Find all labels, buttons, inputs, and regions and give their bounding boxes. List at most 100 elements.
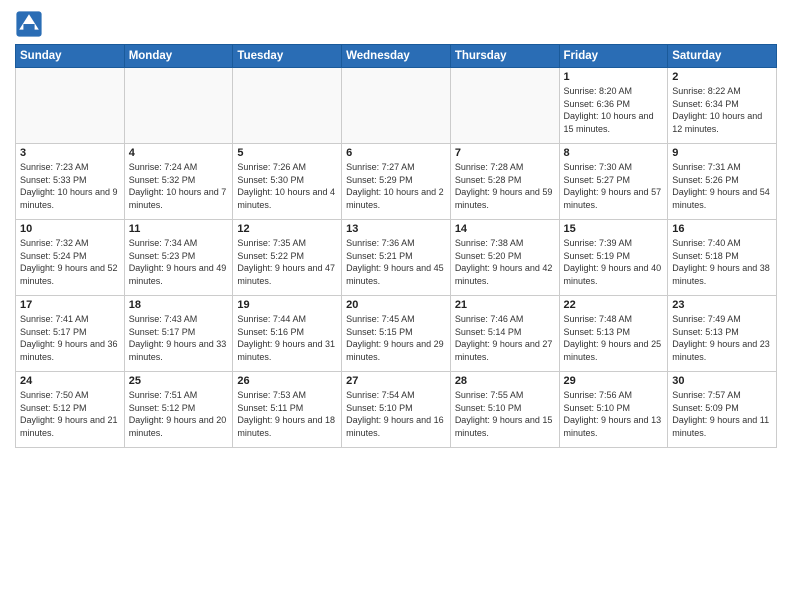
day-number: 20	[346, 299, 446, 311]
weekday-header: Thursday	[450, 45, 559, 68]
weekday-header: Sunday	[16, 45, 125, 68]
calendar-cell: 13 Sunrise: 7:36 AM Sunset: 5:21 PM Dayli…	[342, 220, 451, 296]
day-info: Sunrise: 7:54 AM Sunset: 5:10 PM Dayligh…	[346, 389, 446, 439]
day-number: 21	[455, 299, 555, 311]
day-info: Sunrise: 7:35 AM Sunset: 5:22 PM Dayligh…	[237, 237, 337, 287]
calendar-cell: 29 Sunrise: 7:56 AM Sunset: 5:10 PM Dayli…	[559, 372, 668, 448]
calendar-cell: 15 Sunrise: 7:39 AM Sunset: 5:19 PM Dayli…	[559, 220, 668, 296]
day-number: 27	[346, 375, 446, 387]
weekday-header: Saturday	[668, 45, 777, 68]
day-number: 24	[20, 375, 120, 387]
day-info: Sunrise: 7:41 AM Sunset: 5:17 PM Dayligh…	[20, 313, 120, 363]
logo	[15, 10, 47, 38]
calendar-cell: 19Sunrise: 7:44 AM Sunset: 5:16 PM Dayli…	[233, 296, 342, 372]
day-number: 18	[129, 299, 229, 311]
day-info: Sunrise: 7:36 AM Sunset: 5:21 PM Dayligh…	[346, 237, 446, 287]
calendar-week-row: 1Sunrise: 8:20 AM Sunset: 6:36 PM Daylig…	[16, 68, 777, 144]
day-number: 3	[20, 147, 120, 159]
calendar-cell: 28 Sunrise: 7:55 AM Sunset: 5:10 PM Dayli…	[450, 372, 559, 448]
calendar-week-row: 10 Sunrise: 7:32 AM Sunset: 5:24 PM Dayli…	[16, 220, 777, 296]
day-info: Sunrise: 7:49 AM Sunset: 5:13 PM Dayligh…	[672, 313, 772, 363]
day-info: Sunrise: 7:23 AM Sunset: 5:33 PM Dayligh…	[20, 161, 120, 211]
day-number: 22	[564, 299, 664, 311]
day-info: Sunrise: 7:24 AM Sunset: 5:32 PM Dayligh…	[129, 161, 229, 211]
page: SundayMondayTuesdayWednesdayThursdayFrid…	[0, 0, 792, 612]
day-number: 6	[346, 147, 446, 159]
day-number: 11	[129, 223, 229, 235]
calendar-cell: 30Sunrise: 7:57 AM Sunset: 5:09 PM Dayli…	[668, 372, 777, 448]
day-number: 15	[564, 223, 664, 235]
day-number: 26	[237, 375, 337, 387]
day-info: Sunrise: 7:31 AM Sunset: 5:26 PM Dayligh…	[672, 161, 772, 211]
calendar-cell: 5Sunrise: 7:26 AM Sunset: 5:30 PM Daylig…	[233, 144, 342, 220]
day-info: Sunrise: 7:34 AM Sunset: 5:23 PM Dayligh…	[129, 237, 229, 287]
calendar-week-row: 24 Sunrise: 7:50 AM Sunset: 5:12 PM Dayli…	[16, 372, 777, 448]
calendar-cell: 21Sunrise: 7:46 AM Sunset: 5:14 PM Dayli…	[450, 296, 559, 372]
calendar-cell: 27 Sunrise: 7:54 AM Sunset: 5:10 PM Dayli…	[342, 372, 451, 448]
day-number: 25	[129, 375, 229, 387]
calendar-cell	[342, 68, 451, 144]
calendar-cell	[124, 68, 233, 144]
calendar-cell: 2 Sunrise: 8:22 AM Sunset: 6:34 PM Daylig…	[668, 68, 777, 144]
calendar-cell: 8 Sunrise: 7:30 AM Sunset: 5:27 PM Daylig…	[559, 144, 668, 220]
calendar-cell: 3 Sunrise: 7:23 AM Sunset: 5:33 PM Daylig…	[16, 144, 125, 220]
day-number: 28	[455, 375, 555, 387]
weekday-header: Tuesday	[233, 45, 342, 68]
day-info: Sunrise: 7:48 AM Sunset: 5:13 PM Dayligh…	[564, 313, 664, 363]
day-info: Sunrise: 7:30 AM Sunset: 5:27 PM Dayligh…	[564, 161, 664, 211]
weekday-header: Monday	[124, 45, 233, 68]
day-info: Sunrise: 7:55 AM Sunset: 5:10 PM Dayligh…	[455, 389, 555, 439]
calendar-cell: 9 Sunrise: 7:31 AM Sunset: 5:26 PM Daylig…	[668, 144, 777, 220]
calendar-cell	[16, 68, 125, 144]
calendar-cell: 26 Sunrise: 7:53 AM Sunset: 5:11 PM Dayli…	[233, 372, 342, 448]
calendar-cell: 7 Sunrise: 7:28 AM Sunset: 5:28 PM Daylig…	[450, 144, 559, 220]
header	[15, 10, 777, 38]
day-info: Sunrise: 7:53 AM Sunset: 5:11 PM Dayligh…	[237, 389, 337, 439]
calendar-cell: 18 Sunrise: 7:43 AM Sunset: 5:17 PM Dayli…	[124, 296, 233, 372]
day-info: Sunrise: 7:44 AM Sunset: 5:16 PM Dayligh…	[237, 313, 337, 363]
day-number: 16	[672, 223, 772, 235]
day-info: Sunrise: 7:50 AM Sunset: 5:12 PM Dayligh…	[20, 389, 120, 439]
day-info: Sunrise: 7:56 AM Sunset: 5:10 PM Dayligh…	[564, 389, 664, 439]
day-info: Sunrise: 7:43 AM Sunset: 5:17 PM Dayligh…	[129, 313, 229, 363]
day-info: Sunrise: 7:26 AM Sunset: 5:30 PM Dayligh…	[237, 161, 337, 211]
calendar-cell: 23 Sunrise: 7:49 AM Sunset: 5:13 PM Dayli…	[668, 296, 777, 372]
day-number: 8	[564, 147, 664, 159]
day-info: Sunrise: 7:32 AM Sunset: 5:24 PM Dayligh…	[20, 237, 120, 287]
day-info: Sunrise: 7:45 AM Sunset: 5:15 PM Dayligh…	[346, 313, 446, 363]
calendar-cell: 14 Sunrise: 7:38 AM Sunset: 5:20 PM Dayli…	[450, 220, 559, 296]
calendar-cell: 4 Sunrise: 7:24 AM Sunset: 5:32 PM Daylig…	[124, 144, 233, 220]
day-number: 12	[237, 223, 337, 235]
day-info: Sunrise: 7:57 AM Sunset: 5:09 PM Dayligh…	[672, 389, 772, 439]
day-number: 10	[20, 223, 120, 235]
day-info: Sunrise: 7:27 AM Sunset: 5:29 PM Dayligh…	[346, 161, 446, 211]
day-info: Sunrise: 8:20 AM Sunset: 6:36 PM Dayligh…	[564, 85, 664, 135]
day-number: 7	[455, 147, 555, 159]
calendar-cell: 16Sunrise: 7:40 AM Sunset: 5:18 PM Dayli…	[668, 220, 777, 296]
calendar-cell: 11 Sunrise: 7:34 AM Sunset: 5:23 PM Dayli…	[124, 220, 233, 296]
calendar-cell: 22 Sunrise: 7:48 AM Sunset: 5:13 PM Dayli…	[559, 296, 668, 372]
calendar-cell: 20 Sunrise: 7:45 AM Sunset: 5:15 PM Dayli…	[342, 296, 451, 372]
day-number: 17	[20, 299, 120, 311]
weekday-header: Friday	[559, 45, 668, 68]
day-number: 13	[346, 223, 446, 235]
day-number: 29	[564, 375, 664, 387]
day-info: Sunrise: 7:51 AM Sunset: 5:12 PM Dayligh…	[129, 389, 229, 439]
calendar-table: SundayMondayTuesdayWednesdayThursdayFrid…	[15, 44, 777, 448]
calendar-cell: 24 Sunrise: 7:50 AM Sunset: 5:12 PM Dayli…	[16, 372, 125, 448]
day-info: Sunrise: 8:22 AM Sunset: 6:34 PM Dayligh…	[672, 85, 772, 135]
day-number: 9	[672, 147, 772, 159]
day-info: Sunrise: 7:38 AM Sunset: 5:20 PM Dayligh…	[455, 237, 555, 287]
calendar-cell: 1Sunrise: 8:20 AM Sunset: 6:36 PM Daylig…	[559, 68, 668, 144]
day-number: 23	[672, 299, 772, 311]
weekday-header: Wednesday	[342, 45, 451, 68]
logo-icon	[15, 10, 43, 38]
day-number: 2	[672, 71, 772, 83]
day-info: Sunrise: 7:39 AM Sunset: 5:19 PM Dayligh…	[564, 237, 664, 287]
day-number: 4	[129, 147, 229, 159]
calendar-cell: 6 Sunrise: 7:27 AM Sunset: 5:29 PM Daylig…	[342, 144, 451, 220]
day-number: 14	[455, 223, 555, 235]
calendar-cell: 17 Sunrise: 7:41 AM Sunset: 5:17 PM Dayli…	[16, 296, 125, 372]
calendar-cell	[450, 68, 559, 144]
day-info: Sunrise: 7:28 AM Sunset: 5:28 PM Dayligh…	[455, 161, 555, 211]
